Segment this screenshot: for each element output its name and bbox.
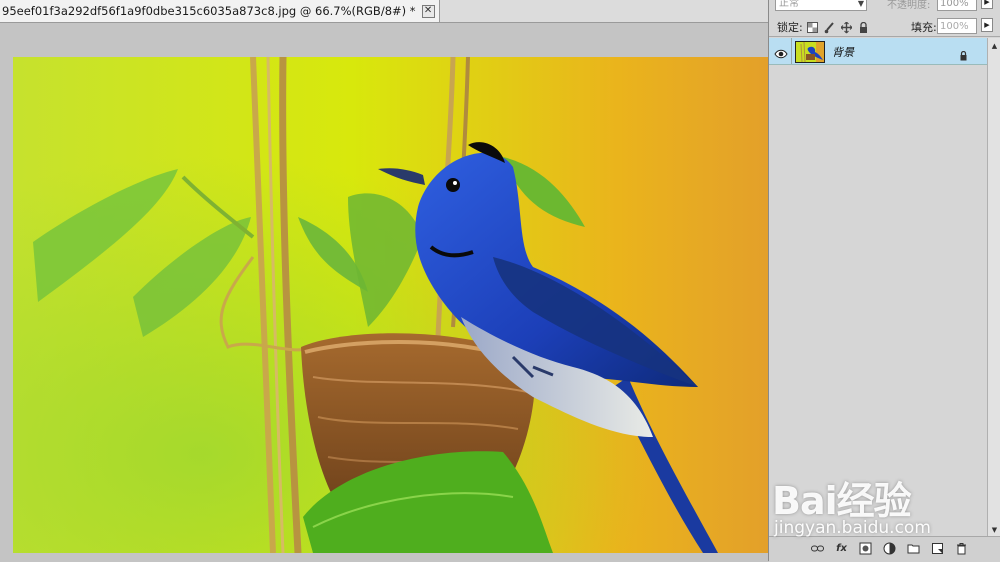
lock-icons bbox=[807, 19, 869, 34]
lock-label: 锁定: bbox=[777, 21, 803, 34]
lock-transparency-icon[interactable] bbox=[807, 19, 818, 33]
adjustment-icon[interactable] bbox=[883, 542, 896, 555]
blend-mode-value: 正常 bbox=[779, 0, 799, 9]
fill-slider-button[interactable]: ▶ bbox=[981, 18, 993, 32]
document-tab-title: 95eef01f3a292df56f1a9f0dbe315c6035a873c8… bbox=[2, 4, 416, 18]
lock-move-icon[interactable] bbox=[840, 19, 853, 34]
layer-divider bbox=[791, 38, 792, 64]
chevron-down-icon: ▼ bbox=[857, 0, 864, 8]
layer-lock-icon bbox=[959, 46, 968, 61]
lock-all-icon[interactable] bbox=[858, 19, 869, 33]
bird-photo-illustration bbox=[13, 57, 768, 553]
lock-brush-icon[interactable] bbox=[824, 19, 835, 34]
canvas-photo[interactable] bbox=[13, 57, 768, 553]
layers-panel-toolbar: fx bbox=[769, 536, 1000, 562]
layer-thumbnail[interactable] bbox=[795, 41, 825, 63]
layers-panel: 正常 ▼ 不透明度: 100% ▶ 锁定: 填充: 100% ▶ 背景 ▲ ▼ … bbox=[768, 0, 1000, 562]
fill-label: 填充: bbox=[911, 21, 937, 34]
scroll-up-icon[interactable]: ▲ bbox=[989, 40, 1000, 52]
layer-name[interactable]: 背景 bbox=[832, 44, 854, 60]
blend-mode-select[interactable]: 正常 ▼ bbox=[775, 0, 867, 11]
layers-scrollbar[interactable]: ▲ ▼ bbox=[987, 38, 1000, 538]
link-icon[interactable] bbox=[811, 542, 824, 555]
fx-icon[interactable]: fx bbox=[835, 542, 848, 555]
document-tab-bar: 95eef01f3a292df56f1a9f0dbe315c6035a873c8… bbox=[0, 0, 768, 23]
opacity-input[interactable]: 100% bbox=[937, 0, 977, 11]
canvas-workspace bbox=[0, 23, 768, 561]
trash-icon[interactable] bbox=[955, 542, 968, 555]
lock-row: 锁定: 填充: 100% ▶ bbox=[769, 16, 1000, 37]
new-layer-icon[interactable] bbox=[931, 542, 944, 555]
layers-toolbar-icons: fx bbox=[811, 542, 968, 555]
layer-row-background[interactable]: 背景 bbox=[769, 38, 987, 65]
mask-icon[interactable] bbox=[859, 542, 872, 555]
fill-input[interactable]: 100% bbox=[937, 18, 977, 34]
eye-icon[interactable] bbox=[774, 45, 788, 59]
group-icon[interactable] bbox=[907, 542, 920, 555]
opacity-slider-button[interactable]: ▶ bbox=[981, 0, 993, 9]
blend-row: 正常 ▼ 不透明度: 100% ▶ bbox=[769, 0, 1000, 14]
scroll-down-icon[interactable]: ▼ bbox=[989, 524, 1000, 536]
document-tab[interactable]: 95eef01f3a292df56f1a9f0dbe315c6035a873c8… bbox=[0, 0, 440, 22]
opacity-label: 不透明度: bbox=[887, 0, 931, 11]
close-tab-icon[interactable]: ✕ bbox=[421, 4, 435, 18]
